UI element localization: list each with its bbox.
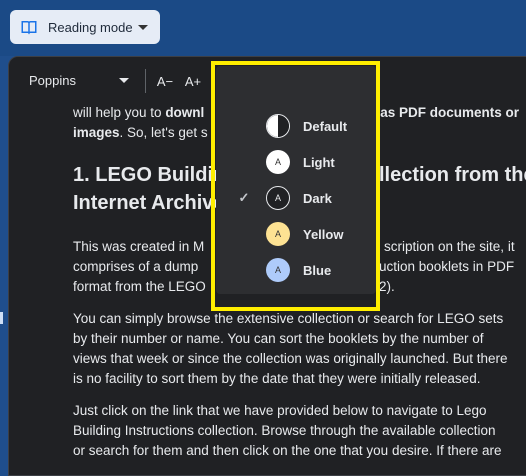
increase-font-button[interactable]: A+ bbox=[181, 69, 205, 93]
para-text: 2). bbox=[379, 279, 395, 294]
toolbar-divider bbox=[145, 69, 146, 93]
para-text: This was created in M bbox=[73, 239, 205, 254]
left-edge-marker bbox=[0, 312, 3, 324]
paragraph-line: format from the LEGO 2). bbox=[73, 277, 395, 297]
left-edge bbox=[0, 56, 8, 457]
paragraph-line: views that week or since the collection … bbox=[73, 351, 508, 366]
book-icon bbox=[21, 21, 37, 35]
para-text: scription on the site, it bbox=[384, 239, 515, 254]
paragraph-line: Just click on the link that we have prov… bbox=[73, 403, 487, 418]
intro-bold: downl bbox=[165, 105, 205, 120]
para-text: uction booklets in PDF bbox=[379, 259, 515, 274]
intro-line-2: images. So, let's get s bbox=[73, 123, 208, 143]
paragraph-line: You can simply browse the extensive coll… bbox=[73, 311, 504, 326]
intro-line-1: will help you to downl s as PDF documents… bbox=[73, 103, 519, 123]
paragraph-line: Building Instructions collection. Browse… bbox=[73, 423, 496, 438]
font-select-value: Poppins bbox=[29, 73, 76, 88]
font-select[interactable]: Poppins bbox=[29, 73, 129, 88]
para-text: comprises of a dump bbox=[73, 259, 199, 274]
heading-text: llection from the bbox=[379, 164, 526, 186]
paragraph-line: comprises of a dump uction booklets in PD… bbox=[73, 257, 514, 277]
para-text: format from the LEGO bbox=[73, 279, 206, 294]
chevron-down-icon bbox=[119, 78, 129, 83]
paragraph-line: by their number or name. You can sort th… bbox=[73, 331, 484, 346]
top-bar: Reading mode bbox=[0, 0, 526, 56]
intro-text: will help you to bbox=[73, 105, 166, 120]
intro-bold: images bbox=[73, 125, 120, 140]
reading-mode-button[interactable]: Reading mode bbox=[10, 10, 160, 44]
reading-mode-label: Reading mode bbox=[48, 19, 133, 35]
section-heading-line-2: Internet Archive bbox=[73, 192, 225, 214]
chevron-down-icon bbox=[138, 24, 148, 30]
intro-bold: s as PDF documents or bbox=[369, 105, 520, 120]
decrease-font-label: A− bbox=[156, 73, 174, 89]
decrease-font-button[interactable]: A− bbox=[153, 69, 177, 93]
intro-text: . So, let's get s bbox=[119, 125, 208, 140]
paragraph-line: or search for them and then click on the… bbox=[73, 443, 502, 458]
increase-font-label: A+ bbox=[184, 73, 202, 89]
paragraph-line: is no facility to sort them by the date … bbox=[73, 371, 481, 386]
highlight-box bbox=[211, 61, 380, 311]
paragraph-line: This was created in M scription on the si… bbox=[73, 237, 515, 257]
